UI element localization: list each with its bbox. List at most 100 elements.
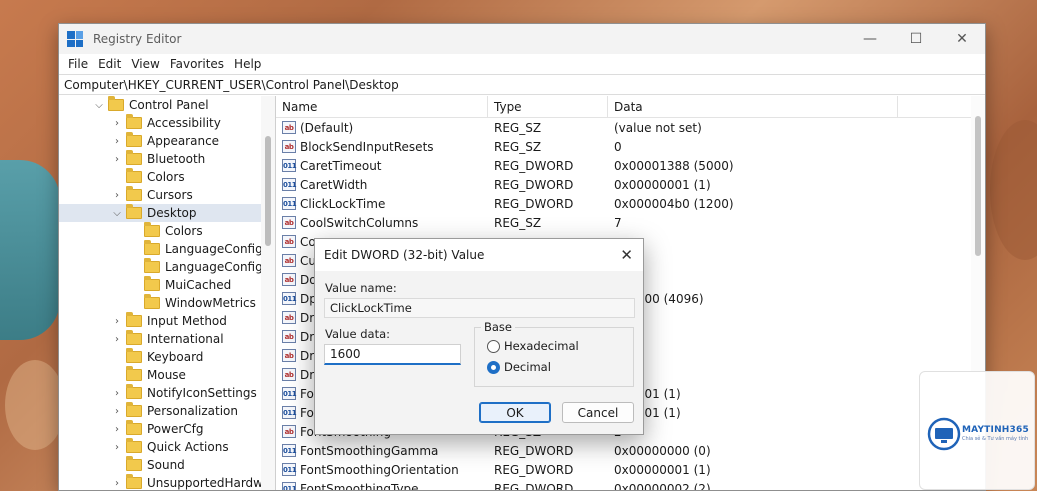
reg-string-value-icon: ab <box>282 140 296 153</box>
chevron-right-icon[interactable]: › <box>111 424 123 435</box>
tree-item[interactable]: LanguageConfigu <box>59 240 275 258</box>
tree-item[interactable]: LanguageConfigu <box>59 258 275 276</box>
tree-item-label: Personalization <box>147 404 238 418</box>
value-name: Fo <box>300 386 314 401</box>
value-data-label: Value data: <box>325 327 391 341</box>
folder-icon <box>126 366 142 381</box>
value-name: CaretTimeout <box>300 158 382 173</box>
tree-item[interactable]: › Appearance <box>59 132 275 150</box>
dialog-title-bar[interactable]: Edit DWORD (32-bit) Value ✕ <box>315 239 643 271</box>
decimal-radio[interactable]: Decimal <box>487 360 551 374</box>
folder-icon <box>126 474 142 489</box>
reg-string-value-icon: ab <box>282 349 296 362</box>
address-bar[interactable]: Computer\HKEY_CURRENT_USER\Control Panel… <box>59 74 985 95</box>
reg-string-value-icon: ab <box>282 330 296 343</box>
hexadecimal-radio-circle[interactable] <box>487 339 500 353</box>
value-row[interactable]: 011 CaretTimeout REG_DWORD 0x00001388 (5000… <box>276 156 985 175</box>
value-data: 0x00000001 (1) <box>614 177 711 192</box>
tree-item[interactable]: ⌵ Control Panel <box>59 96 275 114</box>
reg-binary-value-icon: 011 <box>282 444 297 457</box>
tree-item[interactable]: Colors <box>59 222 275 240</box>
tree-item[interactable]: Mouse <box>59 366 275 384</box>
menu-bar: File Edit View Favorites Help <box>59 54 985 74</box>
value-name: Dr <box>300 348 315 363</box>
tree-item[interactable]: ⌵ Desktop <box>59 204 275 222</box>
tree-scrollbar[interactable] <box>261 96 275 490</box>
values-scrollbar-thumb[interactable] <box>975 116 981 256</box>
maytinh365-watermark: MAYTINH365 Chia sẻ & Tư vấn máy tính <box>919 371 1035 490</box>
value-row[interactable]: ab BlockSendInputResets REG_SZ 0 <box>276 137 985 156</box>
folder-icon <box>144 258 160 273</box>
ok-button[interactable]: OK <box>479 402 551 423</box>
value-row[interactable]: 011 FontSmoothingType REG_DWORD 0x00000002 … <box>276 479 985 490</box>
tree-item[interactable]: › Cursors <box>59 186 275 204</box>
minimize-button[interactable]: — <box>847 24 893 54</box>
tree-item-label: LanguageConfigu <box>165 242 271 256</box>
menu-edit[interactable]: Edit <box>93 57 126 71</box>
folder-icon <box>144 222 160 237</box>
tree-item[interactable]: Sound <box>59 456 275 474</box>
chevron-right-icon[interactable]: › <box>111 406 123 417</box>
tree-scrollbar-thumb[interactable] <box>265 136 271 246</box>
chevron-right-icon[interactable]: › <box>111 154 123 165</box>
chevron-right-icon[interactable]: › <box>111 316 123 327</box>
tree-item[interactable]: Keyboard <box>59 348 275 366</box>
value-row[interactable]: ab (Default) REG_SZ (value not set) <box>276 118 985 137</box>
menu-favorites[interactable]: Favorites <box>165 57 229 71</box>
value-row[interactable]: 011 FontSmoothingGamma REG_DWORD 0x00000000… <box>276 441 985 460</box>
dialog-title: Edit DWORD (32-bit) Value <box>324 248 485 262</box>
tree-item[interactable]: › Input Method <box>59 312 275 330</box>
value-row[interactable]: ab CoolSwitchColumns REG_SZ 7 <box>276 213 985 232</box>
tree-item[interactable]: › PowerCfg <box>59 420 275 438</box>
chevron-right-icon[interactable]: › <box>111 190 123 201</box>
tree-item[interactable]: › UnsupportedHardwa <box>59 474 275 490</box>
tree-item[interactable]: › NotifyIconSettings <box>59 384 275 402</box>
folder-icon <box>126 312 142 327</box>
column-type-header[interactable]: Type <box>488 96 608 118</box>
hexadecimal-radio[interactable]: Hexadecimal <box>487 339 579 353</box>
chevron-right-icon[interactable]: › <box>111 478 123 489</box>
dialog-close-icon[interactable]: ✕ <box>620 246 633 264</box>
maximize-button[interactable]: ☐ <box>893 24 939 54</box>
tree-item[interactable]: WindowMetrics <box>59 294 275 312</box>
tree-item-label: Cursors <box>147 188 193 202</box>
value-data-input[interactable]: 1600 <box>324 344 461 365</box>
chevron-right-icon[interactable]: › <box>111 442 123 453</box>
tree-item[interactable]: › Quick Actions <box>59 438 275 456</box>
base-groupbox: Base Hexadecimal Decimal <box>474 320 634 387</box>
menu-file[interactable]: File <box>63 57 93 71</box>
tree-item[interactable]: MuiCached <box>59 276 275 294</box>
value-name-cell: 011 CaretTimeout <box>276 159 488 173</box>
value-name: FontSmoothingOrientation <box>300 462 459 477</box>
cancel-button[interactable]: Cancel <box>562 402 634 423</box>
column-name-header[interactable]: Name <box>276 96 488 118</box>
tree-item[interactable]: › Personalization <box>59 402 275 420</box>
menu-help[interactable]: Help <box>229 57 266 71</box>
menu-view[interactable]: View <box>126 57 164 71</box>
value-row[interactable]: 011 ClickLockTime REG_DWORD 0x000004b0 (120… <box>276 194 985 213</box>
value-row[interactable]: 011 FontSmoothingOrientation REG_DWORD 0x00… <box>276 460 985 479</box>
chevron-down-icon[interactable]: ⌵ <box>93 100 105 111</box>
decimal-radio-circle[interactable] <box>487 360 500 374</box>
chevron-right-icon[interactable]: › <box>111 334 123 345</box>
folder-icon <box>126 150 142 165</box>
tree-item[interactable]: Colors <box>59 168 275 186</box>
chevron-down-icon[interactable]: ⌵ <box>111 208 123 219</box>
reg-binary-value-icon: 011 <box>282 178 297 191</box>
chevron-right-icon[interactable]: › <box>111 118 123 129</box>
tree-item[interactable]: › Bluetooth <box>59 150 275 168</box>
value-row[interactable]: 011 CaretWidth REG_DWORD 0x00000001 (1) <box>276 175 985 194</box>
value-data: 0x000004b0 (1200) <box>614 196 734 211</box>
tree-item-label: Input Method <box>147 314 227 328</box>
chevron-right-icon[interactable]: › <box>111 388 123 399</box>
chevron-right-icon[interactable]: › <box>111 136 123 147</box>
value-name-cell: ab CoolSwitchColumns <box>276 216 488 230</box>
close-button[interactable]: ✕ <box>939 24 985 54</box>
folder-icon <box>126 402 142 417</box>
tree-item[interactable]: › Accessibility <box>59 114 275 132</box>
title-bar[interactable]: Registry Editor — ☐ ✕ <box>59 24 985 54</box>
tree-item[interactable]: › International <box>59 330 275 348</box>
column-data-header[interactable]: Data <box>608 96 898 118</box>
value-data: 0x00001388 (5000) <box>614 158 734 173</box>
reg-string-value-icon: ab <box>282 216 296 229</box>
